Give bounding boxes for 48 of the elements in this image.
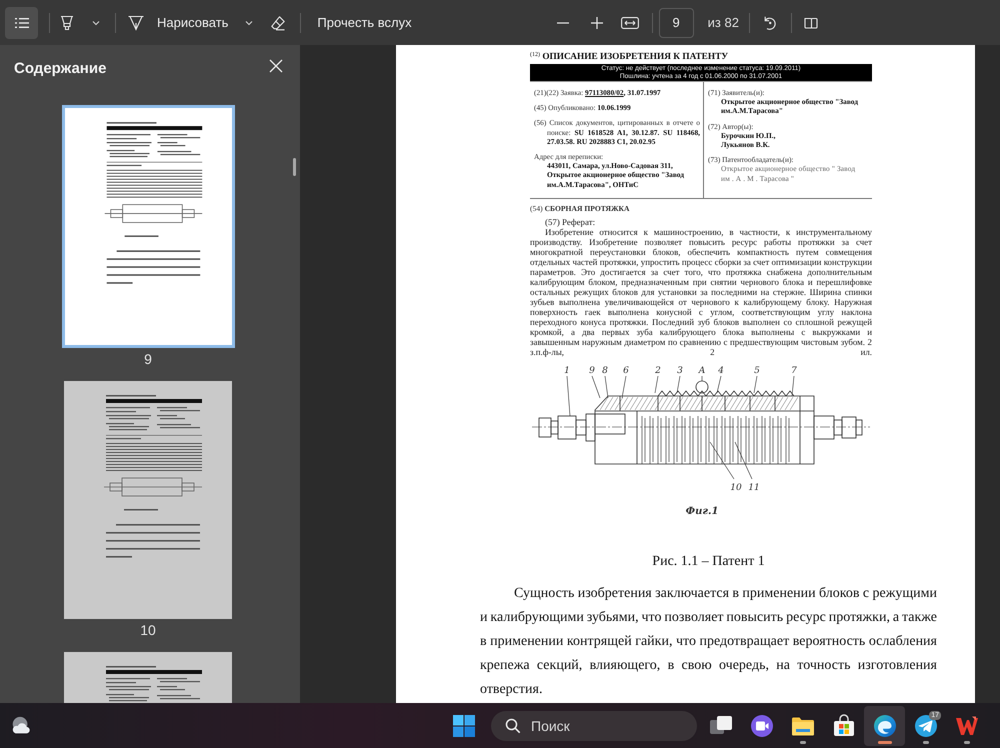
- zigzag-icon: [954, 714, 978, 738]
- taskbar-app-button[interactable]: [864, 706, 905, 746]
- body-paragraph: Сущность изобретения заключается в применении блоков с режущими и калибрующими зубьями, что позволяет повысить ресурс протяжки, а также в применении контрящей гайки, что предотвращает вероятность ослабления крепежа секций, влияющего, в свою очередь, на точность изготовления отверстия.: [480, 584, 937, 699]
- callout-number: 2: [655, 366, 661, 376]
- scrollbar-thumb[interactable]: [293, 158, 296, 176]
- callout-number: 7: [791, 366, 797, 376]
- close-button[interactable]: [268, 58, 284, 74]
- cloud-moon-icon[interactable]: [10, 714, 32, 736]
- page-count-label: из 82: [708, 15, 739, 30]
- search-icon: [505, 718, 521, 734]
- minus-icon: [556, 22, 569, 24]
- sidebar-title: Содержание: [14, 60, 106, 78]
- tiles-icon: [452, 714, 476, 738]
- page-thumbnail[interactable]: [64, 381, 232, 619]
- callout-number: 9: [589, 366, 595, 376]
- abstract-heading: (57) Реферат:: [544, 216, 596, 227]
- plus-icon: [590, 16, 603, 28]
- callout-number: 8: [602, 366, 608, 376]
- paper-plane-icon: [914, 714, 938, 738]
- callout-number: 3: [677, 366, 683, 376]
- patent-title: $^{(12)}$ ОПИСАНИЕ ИЗОБРЕТЕНИЯ К ПАТЕНТУ: [530, 51, 730, 63]
- shopping-bag-icon: [832, 714, 856, 738]
- callout-number: A: [698, 366, 706, 376]
- callout-number: 6: [623, 366, 629, 376]
- search-button[interactable]: Поиск: [491, 710, 697, 740]
- swirl-icon: [872, 714, 896, 738]
- close-icon: [268, 58, 284, 74]
- figure-caption: Рис. 1.1 – Патент 1: [651, 552, 766, 571]
- abstract-text: Изобретение относится к машиностроению, в частности, к инструментальному производству. Изобретение позволяет повысить ресурс работы протяжки за счет многократной переустановки блоков, обеспечить компактность путем совмещения отдельных частей протяжки, упростить процесс сборки за счет оптимизации конструкции параметров. Это достигается за счет того, что протяжка снабжена дополнительным калибрующим блоком, предназначенным при снятии чернового блока и перешлифовке остальных режущих блоков для установки за последними на стержне. Ширина спинки зубьев выполнена увеличивающейся от чернового к калибрующему блоку. Наружная поверхность гаек выполнена конусной с углом, соответствующим углу наклона переходного конуса протяжки. Последний зуб блоков выполнен со сплошной режущей кромкой, а два первых зуба калибрующего блока выполнены с выкружками и завышенным наружным диаметром по сравнению с предшествующим чистовым зубом. 2 з.п.ф-лы, 2 ил.: [530, 226, 872, 357]
- page-number-field[interactable]: 9: [658, 8, 694, 38]
- highlighter-icon: [59, 14, 75, 30]
- figure-label: Фиг.1: [686, 506, 718, 517]
- callout-number: 5: [754, 366, 760, 376]
- callout-number: 10: [730, 482, 742, 493]
- rotate-icon: [762, 14, 778, 30]
- fit-width-icon: [620, 16, 639, 28]
- contents-button[interactable]: [5, 6, 38, 38]
- callout-number: 4: [718, 366, 724, 376]
- video-chat-icon: [750, 714, 774, 738]
- draw-button[interactable]: Нарисовать: [122, 6, 236, 38]
- page-number-label: 10: [140, 622, 156, 638]
- eraser-icon: [270, 14, 286, 30]
- callout-number: 1: [564, 366, 570, 376]
- pen-icon: [127, 14, 145, 32]
- callout-number: 11: [748, 482, 760, 493]
- read-aloud-button[interactable]: Прочесть вслух: [309, 6, 420, 38]
- page-number-label: 9: [144, 351, 152, 367]
- page-thumbnail[interactable]: [62, 105, 234, 348]
